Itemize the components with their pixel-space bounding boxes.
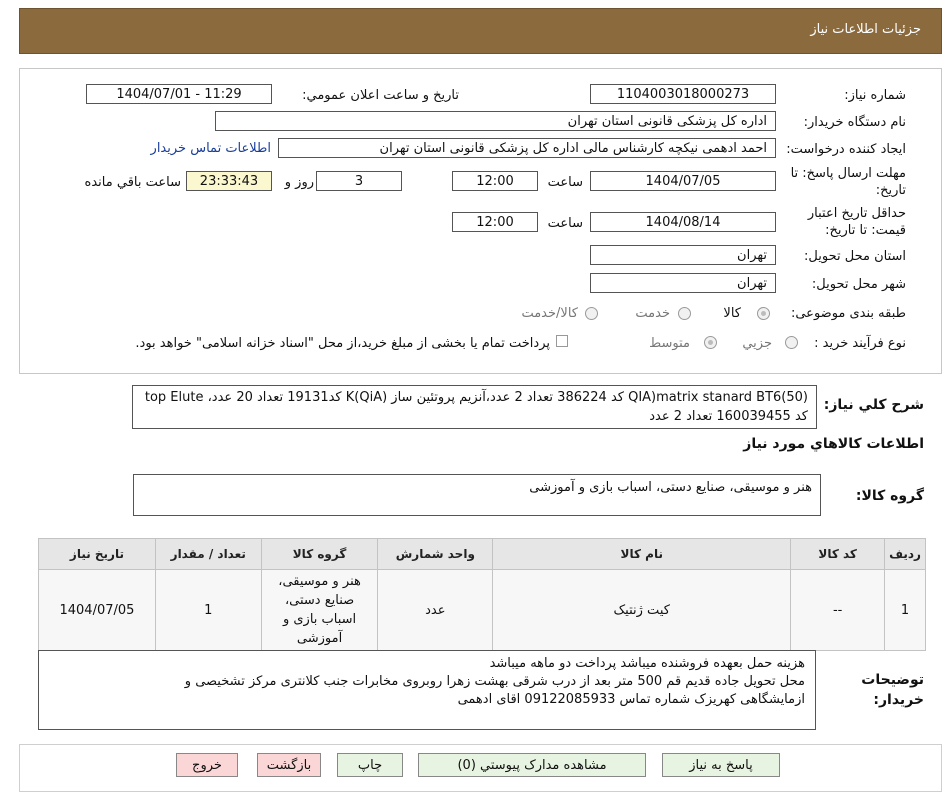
remaining-time-label: ساعت باقي مانده [84,175,181,190]
col-group: گروه کالا [260,538,379,570]
buyer-notes-line: ازمایشگاهی کهریزک شماره تماس 09122085933… [457,692,805,707]
category-radio-goods-service[interactable] [585,307,598,320]
city-field[interactable]: تهران [590,273,776,293]
attachments-button[interactable]: مشاهده مدارک پیوستي (0) [418,753,646,777]
purchase-radio-medium[interactable] [704,336,717,349]
remaining-time-field: 23:33:43 [186,171,272,191]
reply-deadline-label: مهلت ارسال پاسخ: تا تاریخ: [790,166,906,198]
print-button[interactable]: چاپ [337,753,403,777]
purchase-option-medium: متوسط [649,336,690,351]
price-validity-date-field[interactable]: 1404/08/14 [590,212,776,232]
items-table: ردیف کد کالا نام کالا واحد شمارش گروه کا… [38,538,926,651]
purchase-option-minor: جزیي [742,336,772,351]
back-button[interactable]: بازگشت [257,753,321,777]
col-date: تاریخ نیاز [38,538,156,570]
col-row: ردیف [884,538,926,570]
page-title: جزئیات اطلاعات نیاز [810,22,921,37]
category-option-goods-service: کالا/خدمت [521,306,578,321]
cell-date: 1404/07/05 [38,569,156,651]
cell-qty: 1 [154,569,262,651]
buyer-notes-line: هزینه حمل بعهده فروشنده میباشد پرداخت دو… [489,656,805,671]
days-field[interactable]: 3 [316,171,402,191]
days-label: روز و [284,175,314,190]
category-radio-goods[interactable] [757,307,770,320]
cell-unit: عدد [377,569,494,651]
city-label: شهر محل تحویل: [811,277,906,292]
table-row: 1 -- کیت ژنتیک عدد هنر و موسیقی، صنایع د… [38,569,926,651]
requester-label: ایجاد کننده درخواست: [786,142,906,157]
purchase-radio-minor[interactable] [785,336,798,349]
buyer-notes-field[interactable]: هزینه حمل بعهده فروشنده میباشد پرداخت دو… [38,650,816,730]
col-qty: تعداد / مقدار [154,538,262,570]
announce-field[interactable]: 1404/07/01 - 11:29 [86,84,272,104]
reply-time-label: ساعت [547,175,583,190]
category-label: طبقه بندی موضوعی: [790,306,906,321]
page-header: جزئیات اطلاعات نیاز [19,8,942,54]
need-number-field[interactable]: 1104003018000273 [590,84,776,104]
buyer-contact-link[interactable]: اطلاعات تماس خریدار [151,141,271,156]
goods-group-field[interactable]: هنر و موسیقی، صنایع دستی، اسباب بازی و آ… [133,474,821,516]
items-table-wrap: ردیف کد کالا نام کالا واحد شمارش گروه کا… [38,538,926,651]
goods-info-title: اطلاعات کالاهاي مورد نیاز [743,436,924,452]
description-label: شرح کلي نیاز: [823,397,924,413]
exit-button[interactable]: خروج [176,753,238,777]
col-unit: واحد شمارش [377,538,494,570]
need-number-label: شماره نیاز: [844,88,906,103]
buyer-org-field[interactable]: اداره کل پزشکی قانونی استان تهران [215,111,776,131]
reply-button[interactable]: پاسخ به نیاز [662,753,780,777]
cell-code: -- [790,569,886,651]
category-option-service: خدمت [635,306,670,321]
province-field[interactable]: تهران [590,245,776,265]
province-label: استان محل تحویل: [804,249,906,264]
category-radio-service[interactable] [678,307,691,320]
goods-group-label: گروه کالا: [855,488,924,504]
reply-time-field[interactable]: 12:00 [452,171,538,191]
treasury-note: پرداخت تمام یا بخشی از مبلغ خرید،از محل … [135,336,550,351]
description-field[interactable]: QIA)matrix stanard BT6(50) کد 386224 تعد… [132,385,817,429]
purchase-type-label: نوع فرآیند خرید : [814,336,906,351]
price-validity-time-field[interactable]: 12:00 [452,212,538,232]
buyer-notes-label: توضیحات خریدار: [861,672,924,708]
price-validity-label: حداقل تاریخ اعتبار قیمت: تا تاریخ: [807,206,906,238]
treasury-checkbox[interactable] [556,335,568,347]
buyer-org-label: نام دستگاه خریدار: [803,115,906,130]
price-validity-time-label: ساعت [547,216,583,231]
reply-date-field[interactable]: 1404/07/05 [590,171,776,191]
requester-field[interactable]: احمد ادهمی نیکچه کارشناس مالی اداره کل پ… [278,138,776,158]
cell-row: 1 [884,569,926,651]
cell-group: هنر و موسیقی، صنایع دستی، اسباب بازی و آ… [260,569,379,651]
category-option-goods: کالا [723,306,741,321]
buyer-notes-line: محل تحویل جاده قدیم قم 500 متر بعد از در… [184,674,805,689]
announce-label: تاریخ و ساعت اعلان عمومي: [302,88,459,103]
col-name: نام کالا [492,538,792,570]
col-code: کد کالا [790,538,886,570]
cell-name: کیت ژنتیک [492,569,792,651]
